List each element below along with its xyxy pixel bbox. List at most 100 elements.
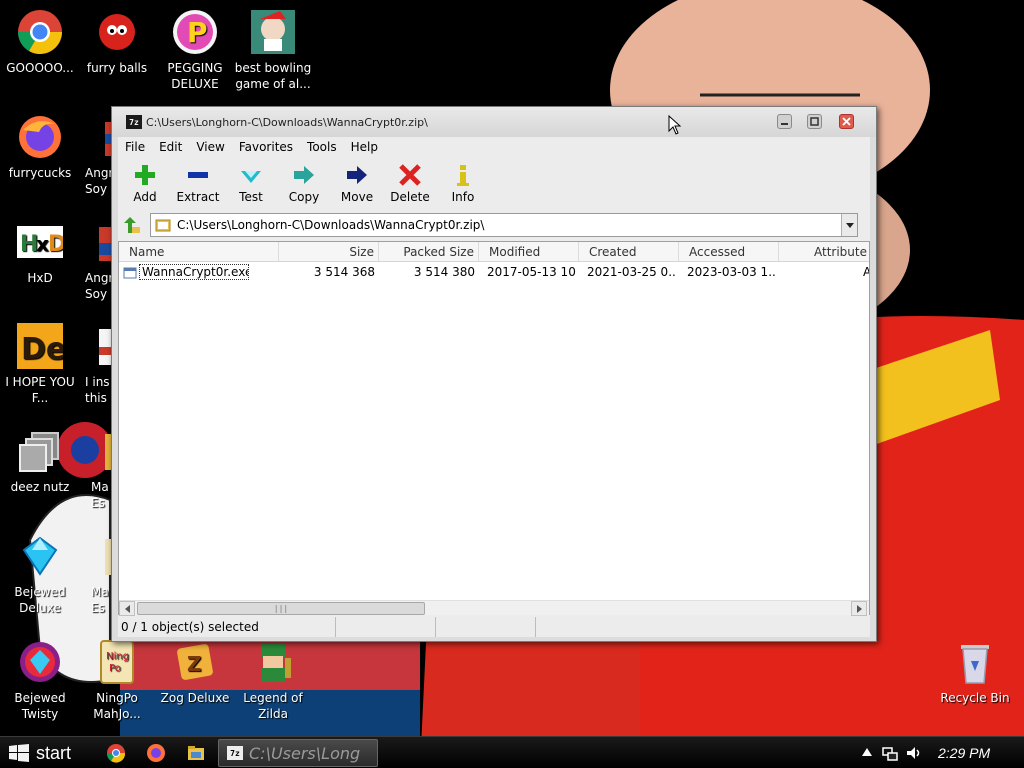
file-name-cell: WannaCrypt0r.exe [139,264,249,280]
menu-edit[interactable]: Edit [152,140,189,154]
desktop-icon-hxd[interactable]: HxD HxD [0,218,80,286]
archive-folder-icon [155,219,171,232]
file-modified-cell: 2017-05-13 10... [487,265,577,279]
svg-text:Po: Po [109,663,121,674]
add-button[interactable]: Add [119,159,171,209]
svg-text:Z: Z [187,652,202,676]
desktop-icon-zog[interactable]: Z Zog Deluxe [155,638,235,706]
desktop-icon-bejeweled-twist[interactable]: Bejewed Twisty [0,638,80,722]
zelda-icon [249,638,297,686]
maximize-button[interactable] [807,114,822,129]
menu-bar: File Edit View Favorites Tools Help [118,137,870,157]
taskbar: start 7z C:\Users\Long 2:29 PM [0,736,1024,768]
menu-favorites[interactable]: Favorites [232,140,300,154]
column-accessed[interactable]: Accessed [679,242,779,261]
quicklaunch-firefox-icon[interactable] [146,743,166,763]
desktop-icon-label: furrycucks [8,166,72,180]
arrow-left-icon [124,604,130,613]
info-label: Info [451,190,475,204]
desktop-icon-furry-balls[interactable]: furry balls [77,8,157,76]
column-size[interactable]: Size [279,242,379,261]
minimize-button[interactable] [777,114,792,129]
window-client-area: File Edit View Favorites Tools Help Add … [118,137,870,637]
close-button[interactable] [839,114,854,129]
horizontal-scrollbar[interactable]: ||| [119,600,869,616]
column-modified[interactable]: Modified [479,242,579,261]
quicklaunch-explorer-icon[interactable] [186,743,206,763]
copy-button[interactable]: Copy [278,159,330,209]
desktop-icon-firefox[interactable]: furrycucks [0,113,80,181]
desktop-icon-chrome[interactable]: GOOOOO... [0,8,80,76]
desktop-icon-ningpo[interactable]: Ning Po NingPo MahJo... [77,638,157,722]
desktop-icon-bowling[interactable]: best bowling game of al... [233,8,313,92]
clock[interactable]: 2:29 PM [938,745,990,761]
archive-window[interactable]: 7z C:\Users\Longhorn-C\Downloads\WannaCr… [111,106,877,642]
desktop-icon-label: Zog Deluxe [160,691,230,705]
table-row[interactable]: WannaCrypt0r.exe 3 514 368 3 514 380 201… [119,264,869,282]
desktop-icon-label: HxD [27,271,53,285]
status-segment-4 [536,617,636,637]
hxd-icon: HxD [16,218,64,266]
desktop-icon-label: Legend of Zilda [243,691,303,721]
status-segment-2 [336,617,436,637]
column-created[interactable]: Created [579,242,679,261]
move-arrow-icon [347,166,367,184]
desktop-icon-label: I HOPE YOU F... [5,375,75,405]
exe-file-icon [123,267,137,279]
menu-file[interactable]: File [118,140,152,154]
bowling-icon [249,8,297,56]
test-label: Test [239,190,263,204]
svg-text:D: D [48,232,63,257]
window-titlebar[interactable]: 7z C:\Users\Longhorn-C\Downloads\WannaCr… [112,107,876,137]
menu-tools[interactable]: Tools [300,140,344,154]
desktop-icon-zelda[interactable]: Legend of Zilda [233,638,313,722]
up-folder-icon[interactable] [122,215,142,235]
desktop-icon-i-hope[interactable]: De I HOPE YOU F... [0,322,80,406]
windows-logo-icon [9,744,29,762]
svg-text:P: P [187,16,208,49]
desktop-icon-label: Bejewed Twisty [14,691,66,721]
menu-help[interactable]: Help [344,140,385,154]
address-bar: C:\Users\Longhorn-C\Downloads\WannaCrypt… [118,213,870,237]
scroll-right-button[interactable] [851,601,867,616]
network-icon[interactable] [882,745,898,761]
de-icon: De [16,322,64,370]
move-button[interactable]: Move [331,159,383,209]
delete-button[interactable]: Delete [384,159,436,209]
tray-expand-icon[interactable] [862,748,872,756]
minimize-icon [781,123,788,125]
check-icon [241,171,261,183]
7zip-app-icon: 7z [126,115,142,129]
plus-icon [135,165,155,185]
desktop-icon-bejeweled[interactable]: Bejewed Deluxe [0,532,80,616]
scroll-thumb[interactable]: ||| [137,602,425,615]
menu-view[interactable]: View [189,140,231,154]
column-attribute[interactable]: Attribute [779,242,869,261]
desktop-icon-deez-nutz[interactable]: deez nutz [0,427,80,495]
desktop-icon-recycle-bin[interactable]: Recycle Bin [935,638,1015,706]
file-attribute-cell: A [863,265,869,279]
scroll-left-button[interactable] [119,601,135,616]
firefox-icon [16,113,64,161]
start-button[interactable]: start [0,737,90,768]
taskbar-7zip-button[interactable]: 7z C:\Users\Long [218,739,378,767]
desktop-icon-label: Recycle Bin [940,691,1010,705]
test-button[interactable]: Test [225,159,277,209]
minus-icon [188,172,208,178]
volume-icon[interactable] [906,745,922,761]
column-name[interactable]: Name [119,242,279,261]
desktop-icon-label: PEGGING DELUXE [167,61,223,91]
quicklaunch-chrome-icon[interactable] [106,743,126,763]
file-list[interactable]: Name Size Packed Size Modified Created A… [118,241,870,616]
info-icon [457,165,469,186]
column-packed-size[interactable]: Packed Size [379,242,479,261]
extract-button[interactable]: Extract [172,159,224,209]
desktop-icon-label: furry balls [86,61,148,75]
address-input[interactable]: C:\Users\Longhorn-C\Downloads\WannaCrypt… [150,213,858,237]
chevron-down-icon [845,222,854,228]
desktop-icon-pegging[interactable]: P PEGGING DELUXE [155,8,235,92]
copy-arrow-icon [294,166,314,184]
address-dropdown-button[interactable] [841,214,857,236]
info-button[interactable]: Info [437,159,489,209]
7zip-task-icon: 7z [227,746,243,760]
